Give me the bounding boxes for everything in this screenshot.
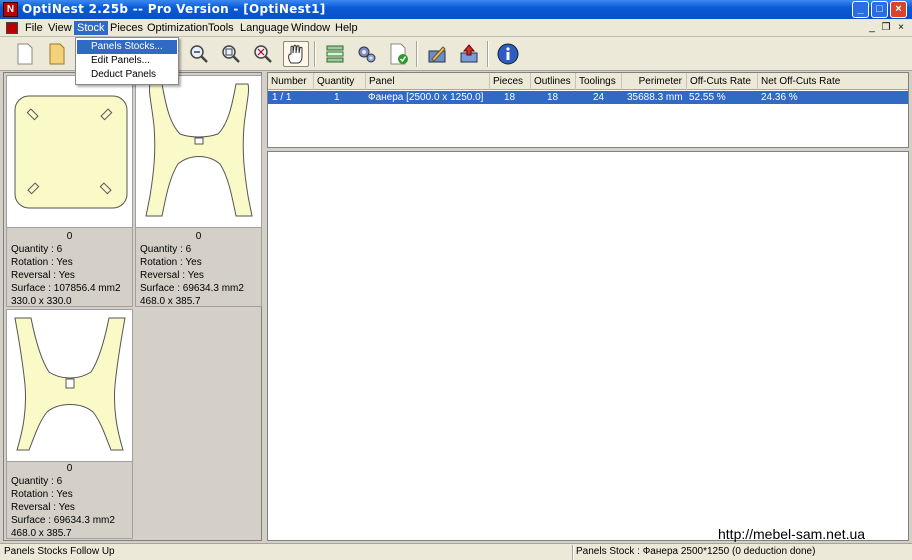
column-header-outlines[interactable]: Outlines — [531, 73, 576, 90]
menu-view[interactable]: View — [45, 21, 75, 35]
menu-bar: File View Stock Pieces Optimization Tool… — [0, 19, 912, 37]
menu-stock[interactable]: Stock — [74, 21, 108, 35]
column-header-off-cuts-rate[interactable]: Off-Cuts Rate — [687, 73, 758, 90]
menu-optimization[interactable]: Optimization — [144, 21, 211, 35]
column-header-pieces[interactable]: Pieces — [490, 73, 531, 90]
cell-quantity: 1 — [334, 92, 340, 103]
menu-item-panels-stocks[interactable]: Panels Stocks... — [77, 40, 177, 54]
piece-card[interactable]: 0 Quantity : 6 Rotation : Yes Reversal :… — [135, 75, 262, 307]
optimize-gears-icon[interactable] — [354, 41, 380, 67]
edit-pencil-icon[interactable] — [424, 41, 450, 67]
column-header-net-off-cuts-rate[interactable]: Net Off-Cuts Rate — [758, 73, 908, 90]
minimize-button[interactable]: _ — [852, 1, 869, 18]
menu-item-deduct-panels[interactable]: Deduct Panels — [77, 68, 177, 82]
nesting-preview-area[interactable] — [267, 151, 909, 541]
piece-index: 0 — [195, 231, 202, 242]
piece-card[interactable]: 0 Quantity : 6 Rotation : Yes Reversal :… — [6, 75, 133, 307]
zoom-out-icon[interactable] — [186, 41, 212, 67]
menu-file[interactable]: File — [22, 21, 46, 35]
pieces-panel: 0 Quantity : 6 Rotation : Yes Reversal :… — [3, 72, 262, 541]
export-icon[interactable] — [456, 41, 482, 67]
table-header: Number Quantity Panel Pieces Outlines To… — [268, 73, 908, 90]
close-button[interactable]: × — [890, 1, 907, 18]
menu-tools[interactable]: Tools — [205, 21, 237, 35]
document-icon[interactable] — [6, 22, 18, 34]
zoom-fit-icon[interactable] — [218, 41, 244, 67]
mdi-close-button[interactable]: × — [895, 22, 907, 34]
pan-hand-icon[interactable] — [283, 41, 309, 67]
menu-window[interactable]: Window — [288, 21, 333, 35]
column-header-number[interactable]: Number — [268, 73, 314, 90]
column-header-panel[interactable]: Panel — [366, 73, 490, 90]
piece-dimensions: 468.0 x 385.7 — [140, 296, 201, 307]
window-title: OptiNest 2.25b -- Pro Version - [OptiNes… — [22, 2, 326, 16]
piece-index: 0 — [66, 231, 73, 242]
piece-index: 0 — [66, 463, 73, 474]
cell-number: 1 / 1 — [272, 92, 292, 103]
piece-rotation: Rotation : Yes — [11, 489, 73, 500]
cell-off-cuts-rate: 52.55 % — [689, 92, 726, 103]
piece-thumbnail — [7, 310, 132, 462]
mdi-restore-button[interactable]: ❐ — [880, 22, 892, 34]
piece-quantity: Quantity : 6 — [11, 244, 63, 255]
cell-perimeter: 35688.3 mm — [627, 92, 683, 103]
piece-rotation: Rotation : Yes — [140, 257, 202, 268]
new-icon[interactable] — [12, 41, 38, 67]
stock-menu-dropdown: Panels Stocks... Edit Panels... Deduct P… — [75, 37, 179, 85]
cell-pieces: 18 — [504, 92, 516, 103]
piece-rotation: Rotation : Yes — [11, 257, 73, 268]
piece-card[interactable]: 0 Quantity : 6 Rotation : Yes Reversal :… — [6, 309, 133, 539]
results-table: Number Quantity Panel Pieces Outlines To… — [267, 72, 909, 148]
piece-dimensions: 330.0 x 330.0 — [11, 296, 72, 307]
menu-pieces[interactable]: Pieces — [107, 21, 146, 35]
piece-quantity: Quantity : 6 — [11, 476, 63, 487]
table-row[interactable]: 1 / 1 1 Фанера [2500.0 x 1250.0] 18 18 2… — [268, 91, 908, 104]
watermark-url: http://mebel-sam.net.ua — [718, 526, 866, 542]
cell-toolings: 24 — [593, 92, 605, 103]
piece-reversal: Reversal : Yes — [11, 270, 75, 281]
piece-surface: Surface : 69634.3 mm2 — [11, 515, 115, 526]
column-header-toolings[interactable]: Toolings — [576, 73, 622, 90]
column-header-quantity[interactable]: Quantity — [314, 73, 366, 90]
menu-item-edit-panels[interactable]: Edit Panels... — [77, 54, 177, 68]
open-icon[interactable] — [44, 41, 70, 67]
status-left-text: Panels Stocks Follow Up — [4, 546, 115, 557]
zoom-window-icon[interactable] — [250, 41, 276, 67]
piece-thumbnail — [7, 76, 132, 228]
piece-reversal: Reversal : Yes — [11, 502, 75, 513]
cell-outlines: 18 — [547, 92, 559, 103]
piece-surface: Surface : 107856.4 mm2 — [11, 283, 121, 294]
nesting-settings-icon[interactable] — [322, 41, 348, 67]
cell-panel: Фанера [2500.0 x 1250.0] — [368, 92, 484, 103]
app-icon[interactable]: N — [3, 2, 18, 17]
menu-help[interactable]: Help — [332, 21, 361, 35]
validate-icon[interactable] — [386, 41, 412, 67]
info-icon[interactable] — [495, 41, 521, 67]
column-header-perimeter[interactable]: Perimeter — [622, 73, 687, 90]
menu-language[interactable]: Language — [237, 21, 292, 35]
piece-surface: Surface : 69634.3 mm2 — [140, 283, 244, 294]
piece-dimensions: 468.0 x 385.7 — [11, 528, 72, 539]
title-bar: N OptiNest 2.25b -- Pro Version - [OptiN… — [0, 0, 912, 19]
piece-quantity: Quantity : 6 — [140, 244, 192, 255]
status-right-text: Panels Stock : Фанера 2500*1250 (0 deduc… — [576, 546, 816, 557]
piece-reversal: Reversal : Yes — [140, 270, 204, 281]
maximize-button[interactable]: □ — [871, 1, 888, 18]
cell-net-off-cuts-rate: 24.36 % — [761, 92, 798, 103]
mdi-minimize-button[interactable]: _ — [866, 22, 878, 34]
status-bar: Panels Stocks Follow Up Panels Stock : Ф… — [0, 543, 912, 560]
piece-thumbnail — [136, 76, 261, 228]
